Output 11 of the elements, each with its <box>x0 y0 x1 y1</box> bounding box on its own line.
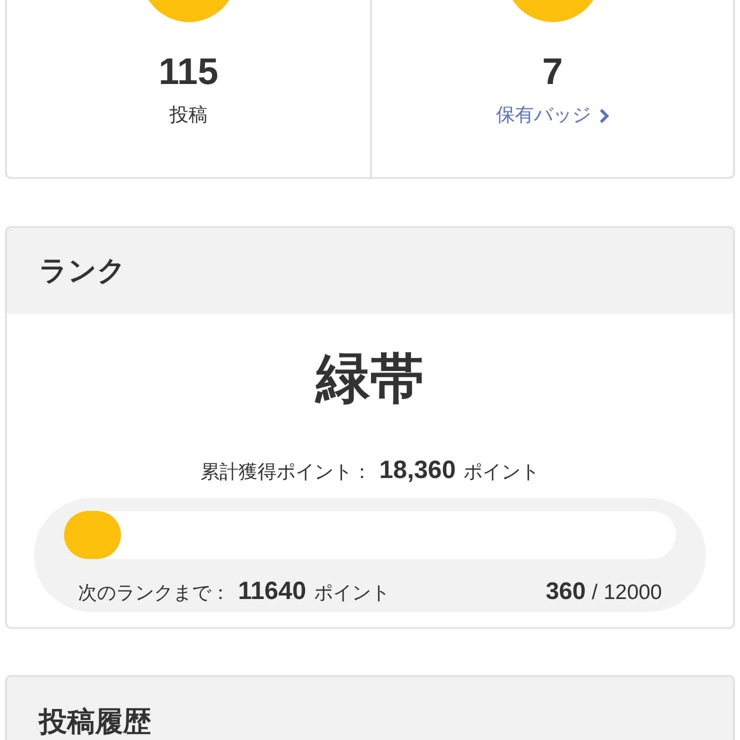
next-rank-points: 次のランクまで： 11640 ポイント <box>78 576 390 606</box>
chevron-right-icon <box>599 108 609 124</box>
stat-value: 115 <box>158 50 218 94</box>
badges-link[interactable]: 保有バッジ <box>496 102 609 130</box>
stat-label: 投稿 <box>170 104 208 128</box>
section-title: ランク <box>39 254 126 288</box>
section-title: 投稿履歴 <box>39 706 151 737</box>
rank-name: 緑帯 <box>316 348 424 411</box>
total-points: 累計獲得ポイント： 18,360 ポイント <box>200 455 540 486</box>
stat-value: 7 <box>542 50 563 94</box>
progress-count: 360 / 12000 <box>546 576 662 606</box>
